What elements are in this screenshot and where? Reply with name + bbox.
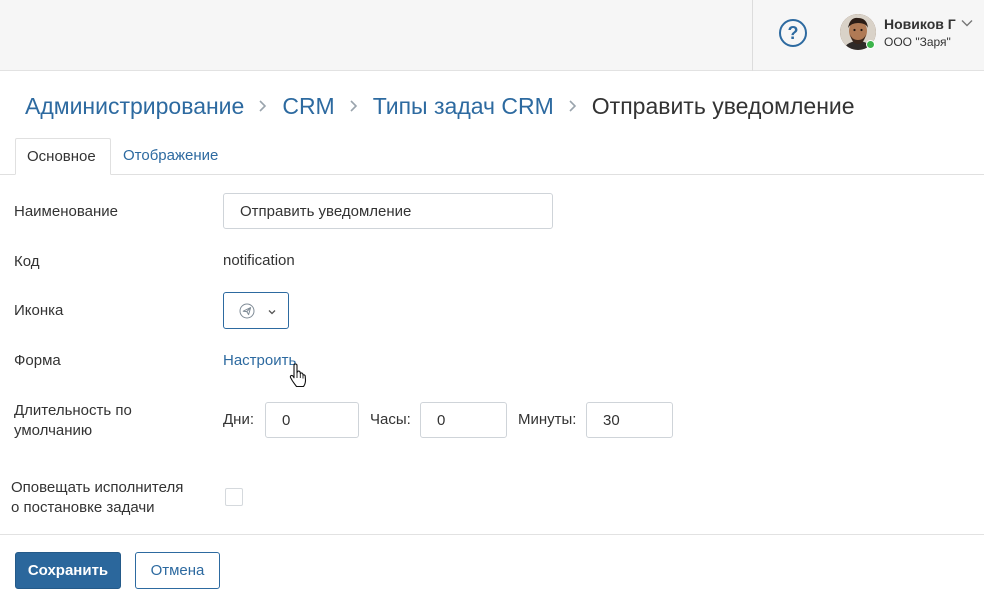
days-input[interactable] [265, 402, 359, 438]
question-circle-icon[interactable]: ? [779, 19, 807, 47]
minutes-label: Минуты: [518, 411, 577, 428]
hours-input[interactable] [420, 402, 507, 438]
code-label: Код [14, 253, 40, 270]
icon-select[interactable] [223, 292, 289, 329]
footer-divider [0, 534, 984, 535]
top-header: ? Новиков Г ООО "Заря" [0, 0, 984, 71]
user-organization: ООО "Заря" [884, 35, 951, 49]
icon-label: Иконка [14, 302, 64, 319]
chevron-down-icon [268, 310, 276, 315]
name-input[interactable] [223, 193, 553, 229]
tab-main[interactable]: Основное [15, 138, 111, 175]
tab-bar: Основное Отображение [0, 138, 984, 175]
breadcrumb-item-crm-task-types[interactable]: Типы задач CRM [373, 93, 554, 120]
user-name: Новиков Г [884, 16, 956, 32]
chevron-right-icon [258, 99, 268, 113]
cancel-button[interactable]: Отмена [135, 552, 220, 589]
name-label: Наименование [14, 203, 118, 220]
tab-display[interactable]: Отображение [112, 138, 229, 175]
breadcrumb-item-administration[interactable]: Администрирование [25, 93, 244, 120]
notify-assignee-checkbox[interactable] [225, 488, 243, 506]
configure-form-link[interactable]: Настроить [223, 352, 296, 369]
code-value: notification [223, 252, 295, 269]
form-label: Форма [14, 352, 61, 369]
chevron-down-icon[interactable] [960, 16, 974, 30]
chevron-right-icon [349, 99, 359, 113]
user-menu[interactable]: Новиков Г ООО "Заря" [840, 14, 980, 54]
header-divider [752, 0, 753, 71]
paper-plane-icon [239, 303, 255, 319]
hours-label: Часы: [370, 411, 411, 428]
page-title: Отправить уведомление [591, 92, 855, 119]
notify-label-line2: о постановке задачи [11, 499, 155, 516]
days-label: Дни: [223, 411, 254, 428]
online-status-dot [866, 40, 875, 49]
save-button[interactable]: Сохранить [15, 552, 121, 589]
duration-label-line2: умолчанию [14, 422, 93, 439]
duration-label-line1: Длительность по [14, 402, 132, 419]
breadcrumb-item-crm[interactable]: CRM [282, 93, 334, 120]
notify-label-line1: Оповещать исполнителя [11, 479, 184, 496]
minutes-input[interactable] [586, 402, 673, 438]
chevron-right-icon [568, 99, 578, 113]
breadcrumb: Администрирование CRM Типы задач CRM Отп… [25, 90, 855, 122]
